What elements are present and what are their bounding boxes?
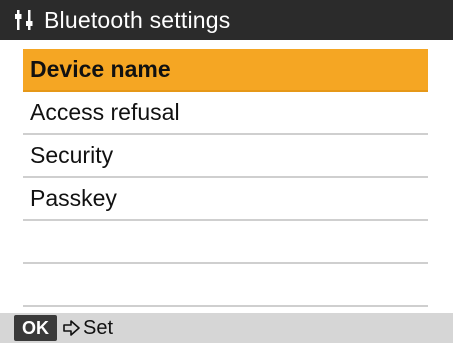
menu-item-empty bbox=[23, 221, 428, 264]
menu-item-passkey[interactable]: Passkey bbox=[23, 178, 428, 221]
menu-item-label: Passkey bbox=[30, 185, 117, 211]
menu-item-device-name[interactable]: Device name bbox=[23, 49, 428, 92]
screen: Bluetooth settings Device name Access re… bbox=[0, 0, 453, 343]
menu-item-label: Access refusal bbox=[30, 99, 180, 125]
menu-item-empty bbox=[23, 264, 428, 307]
ok-button[interactable]: OK bbox=[14, 315, 57, 341]
menu-item-access-refusal[interactable]: Access refusal bbox=[23, 92, 428, 135]
settings-icon bbox=[14, 7, 36, 33]
footer-bar: OK Set bbox=[0, 313, 453, 343]
arrow-right-icon bbox=[63, 320, 81, 336]
settings-menu: Device name Access refusal Security Pass… bbox=[23, 49, 428, 307]
menu-item-security[interactable]: Security bbox=[23, 135, 428, 178]
menu-item-label: Security bbox=[30, 142, 114, 168]
set-label: Set bbox=[83, 316, 114, 339]
menu-item-label: Device name bbox=[30, 56, 171, 82]
page-title: Bluetooth settings bbox=[44, 7, 231, 33]
title-bar: Bluetooth settings bbox=[0, 0, 453, 40]
